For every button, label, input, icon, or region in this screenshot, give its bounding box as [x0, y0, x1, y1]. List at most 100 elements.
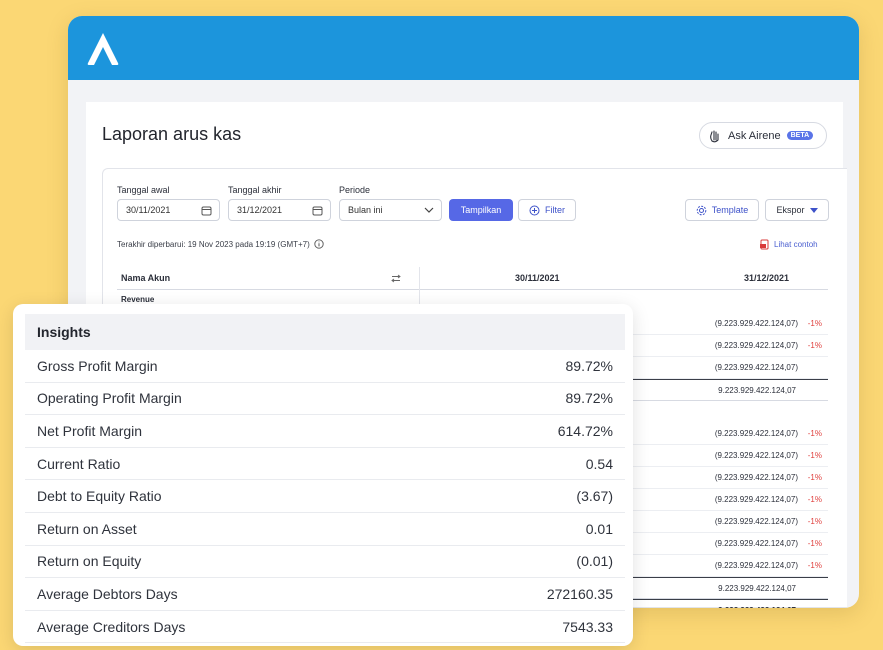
insight-value: 614.72% [557, 422, 613, 439]
calendar-icon [312, 206, 323, 216]
insight-value: (0.01) [576, 553, 613, 570]
page-title: Laporan arus kas [102, 124, 242, 144]
row-change-percent: -1% [807, 429, 822, 438]
table-row: (9.223.929.422.124,07) -1% [623, 467, 828, 489]
period-select[interactable]: Bulan ini [339, 199, 442, 221]
insight-row: Average Debtors Days 272160.35 [25, 578, 625, 611]
start-date-value: 30/11/2021 [126, 205, 171, 215]
column-header-account-label: Nama Akun [121, 273, 171, 283]
export-label: Ekspor [776, 205, 805, 215]
row-value: (9.223.929.422.124,07) [714, 561, 798, 570]
info-icon[interactable] [314, 239, 324, 249]
chevron-down-icon [424, 207, 434, 213]
insight-row: Current Ratio 0.54 [25, 448, 625, 481]
row-change-percent: -1% [807, 517, 822, 526]
last-updated-text: Terakhir diperbarui: 19 Nov 2023 pada 19… [117, 239, 310, 249]
row-value: 9.223.929.422.124,07 [718, 606, 796, 608]
insight-label: Return on Equity [37, 553, 142, 570]
column-header-date1: 30/11/2021 [515, 273, 560, 283]
filter-label: Filter [545, 205, 565, 215]
table-row: (9.223.929.422.124,07) -1% [623, 313, 828, 335]
insight-value: 0.01 [585, 520, 613, 537]
row-change-percent: -1% [807, 495, 822, 504]
table-row: (9.223.929.422.124,07) -1% [623, 489, 828, 511]
insight-row: Gross Profit Margin 89.72% [25, 350, 625, 383]
header-divider [117, 289, 828, 290]
swap-arrows-icon[interactable] [391, 274, 401, 283]
insight-value: (3.67) [576, 488, 613, 505]
start-date-label: Tanggal awal [117, 185, 170, 195]
gear-icon [696, 205, 707, 215]
period-value: Bulan ini [348, 205, 383, 215]
app-logo-icon[interactable] [84, 30, 122, 68]
view-example-label: Lihat contoh [774, 240, 818, 249]
calendar-icon [201, 206, 212, 216]
insight-label: Return on Asset [37, 520, 137, 537]
row-value: (9.223.929.422.124,07) [714, 341, 798, 350]
row-change-percent: -1% [807, 473, 822, 482]
start-date-input[interactable]: 30/11/2021 [117, 199, 220, 221]
end-date-label: Tanggal akhir [228, 185, 282, 195]
insight-value: 272160.35 [546, 585, 613, 602]
ask-airene-label: Ask Airene [728, 129, 781, 142]
row-value: (9.223.929.422.124,07) [714, 473, 798, 482]
row-value: (9.223.929.422.124,07) [714, 363, 798, 372]
filter-button[interactable]: Filter [518, 199, 576, 221]
insight-row: Return on Asset 0.01 [25, 513, 625, 546]
insights-panel: Insights Gross Profit Margin 89.72% Operat… [13, 304, 633, 646]
insights-title: Insights [37, 324, 91, 340]
export-button[interactable]: Ekspor [765, 199, 829, 221]
insight-value: 89.72% [565, 357, 613, 374]
table-row: (9.223.929.422.124,07) -1% [623, 533, 828, 555]
insight-label: Operating Profit Margin [37, 390, 182, 407]
insights-header: Insights [25, 314, 625, 350]
table-row: (9.223.929.422.124,07) -1% [623, 335, 828, 357]
beta-badge: BETA [786, 131, 814, 140]
template-label: Template [711, 205, 749, 215]
table-row: (9.223.929.422.124,07) -1% [623, 445, 828, 467]
table-row: 9.223.929.422.124,07 [623, 599, 828, 608]
view-example-link[interactable]: Lihat contoh [760, 239, 818, 250]
row-change-percent: -1% [807, 319, 822, 328]
insight-row: Operating Profit Margin 89.72% [25, 383, 625, 416]
insight-row: Net Profit Margin 614.72% [25, 415, 625, 448]
column-header-date2: 31/12/2021 [744, 273, 790, 283]
pdf-file-icon [760, 239, 769, 250]
row-value: (9.223.929.422.124,07) [714, 495, 798, 504]
row-value: (9.223.929.422.124,07) [714, 319, 798, 328]
insight-value: 89.72% [565, 390, 613, 407]
last-updated: Terakhir diperbarui: 19 Nov 2023 pada 19… [117, 239, 324, 249]
insight-value: 7543.33 [562, 618, 613, 635]
row-value: 9.223.929.422.124,07 [718, 386, 796, 395]
insight-label: Current Ratio [37, 455, 121, 472]
table-row: (9.223.929.422.124,07) -1% [623, 555, 828, 577]
end-date-value: 31/12/2021 [237, 205, 283, 215]
table-row: (9.223.929.422.124,07) -1% [623, 423, 828, 445]
insight-value: 0.54 [585, 455, 613, 472]
table-row: (9.223.929.422.124,07) [623, 357, 828, 379]
insight-row: Debt to Equity Ratio (3.67) [25, 480, 625, 513]
end-date-input[interactable]: 31/12/2021 [228, 199, 331, 221]
insight-label: Net Profit Margin [37, 422, 143, 439]
table-row: (9.223.929.422.124,07) -1% [623, 511, 828, 533]
row-value: 9.223.929.422.124,07 [718, 584, 796, 593]
table-row: 9.223.929.422.124,07 [623, 379, 828, 401]
column-header-account[interactable]: Nama Akun [121, 267, 401, 289]
insight-label: Debt to Equity Ratio [37, 488, 162, 505]
period-label: Periode [339, 185, 371, 195]
row-value: (9.223.929.422.124,07) [714, 451, 798, 460]
row-change-percent: -1% [807, 561, 822, 570]
insight-label: Gross Profit Margin [37, 357, 158, 374]
hand-wave-icon [710, 129, 719, 142]
caret-down-icon [809, 207, 818, 213]
top-bar [68, 16, 859, 80]
template-button[interactable]: Template [685, 199, 759, 221]
row-value: (9.223.929.422.124,07) [714, 517, 798, 526]
ask-airene-button[interactable]: Ask Airene BETA [699, 122, 827, 149]
show-button[interactable]: Tampilkan [449, 199, 513, 221]
table-row: 9.223.929.422.124,07 [623, 577, 828, 599]
plus-circle-icon [529, 205, 540, 215]
row-value: (9.223.929.422.124,07) [714, 539, 798, 548]
section-revenue: Revenue [121, 295, 155, 304]
insight-row: Average Creditors Days 7543.33 [25, 611, 625, 644]
